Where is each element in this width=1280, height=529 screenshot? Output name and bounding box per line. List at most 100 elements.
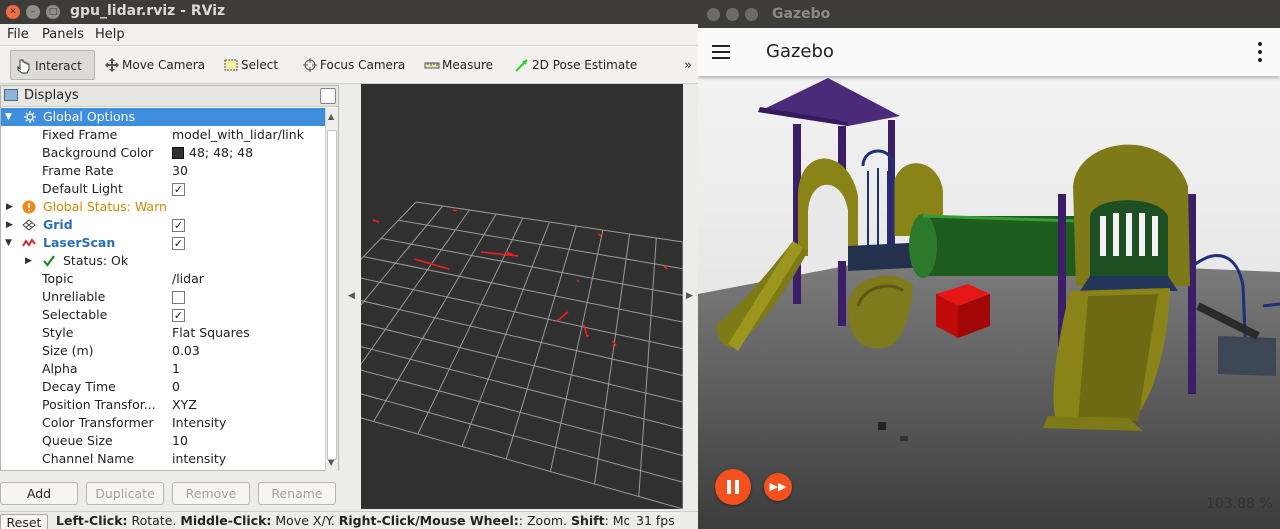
channel-name-value[interactable]: intensity	[172, 450, 226, 468]
decay-time-value[interactable]: 0	[172, 378, 180, 396]
default-light-checkbox[interactable]: ✓	[172, 183, 185, 196]
background-color-value[interactable]: 48; 48; 48	[169, 144, 253, 162]
collapse-arrow-icon[interactable]: ▼	[5, 234, 12, 252]
expand-arrow-icon[interactable]: ▶	[25, 252, 32, 270]
close-icon[interactable]: ✕	[6, 5, 20, 19]
close-icon[interactable]	[707, 8, 720, 21]
row-label: Fixed Frame	[42, 127, 118, 142]
alpha-value[interactable]: 1	[172, 360, 180, 378]
measure-icon	[424, 62, 440, 69]
scroll-down-icon[interactable]: ▼	[328, 458, 334, 467]
laserscan-checkbox[interactable]: ✓	[172, 237, 185, 250]
tree-row-global-status[interactable]: ▶ Global Status: Warn	[1, 198, 325, 216]
tree-row-default-light[interactable]: Default Light ✓	[1, 180, 325, 198]
size-value[interactable]: 0.03	[172, 342, 200, 360]
gazebo-titlebar: Gazebo	[698, 0, 1280, 28]
tool-label: Focus Camera	[320, 58, 406, 72]
menu-help[interactable]: Help	[95, 27, 125, 42]
pause-icon	[735, 480, 739, 494]
tool-focus-camera[interactable]: Focus Camera	[298, 50, 405, 80]
tree-row-laserscan[interactable]: ▼ LaserScan ✓	[1, 234, 325, 252]
pause-button[interactable]	[715, 469, 751, 505]
rviz-3d-view[interactable]	[240, 84, 684, 510]
rename-button[interactable]: Rename	[258, 482, 336, 505]
duplicate-button[interactable]: Duplicate	[86, 482, 164, 505]
scroll-up-icon[interactable]: ▲	[328, 112, 334, 121]
frame-rate-value[interactable]: 30	[172, 162, 188, 180]
tree-row-queue-size[interactable]: Queue Size 10	[1, 432, 325, 450]
fast-forward-icon: ▶▶	[769, 480, 787, 493]
topic-value[interactable]: /lidar	[172, 270, 204, 288]
minimize-icon[interactable]	[726, 8, 739, 21]
hint-right-click: Right-Click/Mouse Wheel:	[338, 513, 519, 528]
row-label: Status: Ok	[63, 253, 129, 268]
pause-icon	[727, 480, 731, 494]
fixed-frame-value[interactable]: model_with_lidar/link	[172, 126, 304, 144]
toolbar-overflow-button[interactable]: »	[684, 58, 692, 73]
fps-counter: 31 fps	[636, 513, 675, 528]
focus-camera-icon	[303, 58, 317, 72]
selectable-checkbox[interactable]: ✓	[172, 309, 185, 322]
tool-interact[interactable]: Interact	[10, 50, 95, 80]
gazebo-window: Gazebo Gazebo ▶▶ ‹ 103.88 %	[698, 0, 1280, 529]
expand-arrow-icon[interactable]: ▶	[6, 198, 13, 216]
rviz-titlebar: ✕ – □ gpu_lidar.rviz - RViz	[0, 0, 698, 24]
scrollbar-thumb[interactable]	[327, 130, 337, 460]
tool-move-camera[interactable]: Move Camera	[100, 50, 205, 80]
tree-row-selectable[interactable]: Selectable ✓	[1, 306, 325, 324]
grid-checkbox[interactable]: ✓	[172, 219, 185, 232]
row-label: Topic	[42, 271, 74, 286]
style-value[interactable]: Flat Squares	[172, 324, 250, 342]
tool-measure[interactable]: Measure	[420, 50, 493, 80]
unreliable-checkbox[interactable]	[172, 291, 185, 304]
tool-label: Interact	[35, 59, 82, 73]
tree-row-fixed-frame[interactable]: Fixed Frame model_with_lidar/link	[1, 126, 325, 144]
tree-row-grid[interactable]: ▶ Grid ✓	[1, 216, 325, 234]
splitter-right-arrow-icon[interactable]: ▶	[686, 291, 693, 301]
collapse-arrow-icon[interactable]: ▼	[5, 108, 12, 126]
gazebo-3d-scene[interactable]	[698, 76, 1280, 529]
maximize-icon[interactable]	[745, 8, 758, 21]
expand-arrow-icon[interactable]: ▶	[6, 216, 13, 234]
tree-row-global-options[interactable]: ▼ Global Options	[1, 108, 325, 126]
tree-row-size[interactable]: Size (m) 0.03	[1, 342, 325, 360]
expand-stats-chevron-icon[interactable]: ‹	[1172, 495, 1178, 511]
select-icon	[224, 59, 238, 71]
tool-select[interactable]: Select	[219, 50, 278, 80]
tree-row-decay-time[interactable]: Decay Time 0	[1, 378, 325, 396]
step-forward-button[interactable]: ▶▶	[764, 473, 792, 501]
menu-file[interactable]: File	[7, 27, 29, 42]
color-transformer-value[interactable]: Intensity	[172, 414, 226, 432]
tree-row-frame-rate[interactable]: Frame Rate 30	[1, 162, 325, 180]
hint-text: : More o	[604, 513, 629, 528]
grid-line	[638, 237, 657, 497]
tree-row-topic[interactable]: Topic /lidar	[1, 270, 325, 288]
hamburger-menu-icon[interactable]	[712, 44, 732, 60]
grid-and-scan-render	[240, 201, 684, 510]
row-label: Background Color	[42, 145, 154, 160]
minimize-icon[interactable]: –	[26, 5, 40, 19]
tree-row-position-transformer[interactable]: Position Transfor... XYZ	[1, 396, 325, 414]
float-panel-button[interactable]	[320, 88, 336, 104]
displays-scrollbar[interactable]: ▲ ▼	[325, 108, 338, 471]
tree-row-color-transformer[interactable]: Color Transformer Intensity	[1, 414, 325, 432]
tree-row-alpha[interactable]: Alpha 1	[1, 360, 325, 378]
tool-2d-pose-estimate[interactable]: 2D Pose Estimate	[510, 50, 637, 80]
maximize-icon[interactable]: □	[46, 5, 60, 19]
position-transformer-value[interactable]: XYZ	[172, 396, 197, 414]
tree-row-channel-name[interactable]: Channel Name intensity	[1, 450, 325, 468]
row-label: Global Options	[43, 109, 136, 124]
reset-button[interactable]: Reset	[0, 514, 48, 529]
queue-size-value[interactable]: 10	[172, 432, 188, 450]
tree-row-unreliable[interactable]: Unreliable	[1, 288, 325, 306]
kebab-menu-icon[interactable]	[1258, 42, 1262, 62]
tree-row-style[interactable]: Style Flat Squares	[1, 324, 325, 342]
row-label: Alpha	[42, 361, 78, 376]
remove-button[interactable]: Remove	[172, 482, 250, 505]
menu-panels[interactable]: Panels	[42, 27, 84, 42]
tree-row-background-color[interactable]: Background Color 48; 48; 48	[1, 144, 325, 162]
splitter-left-arrow-icon[interactable]: ◀	[348, 291, 355, 301]
tree-row-status-ok[interactable]: ▶ Status: Ok	[1, 252, 325, 270]
laserscan-icon	[22, 238, 36, 247]
add-button[interactable]: Add	[0, 482, 78, 505]
